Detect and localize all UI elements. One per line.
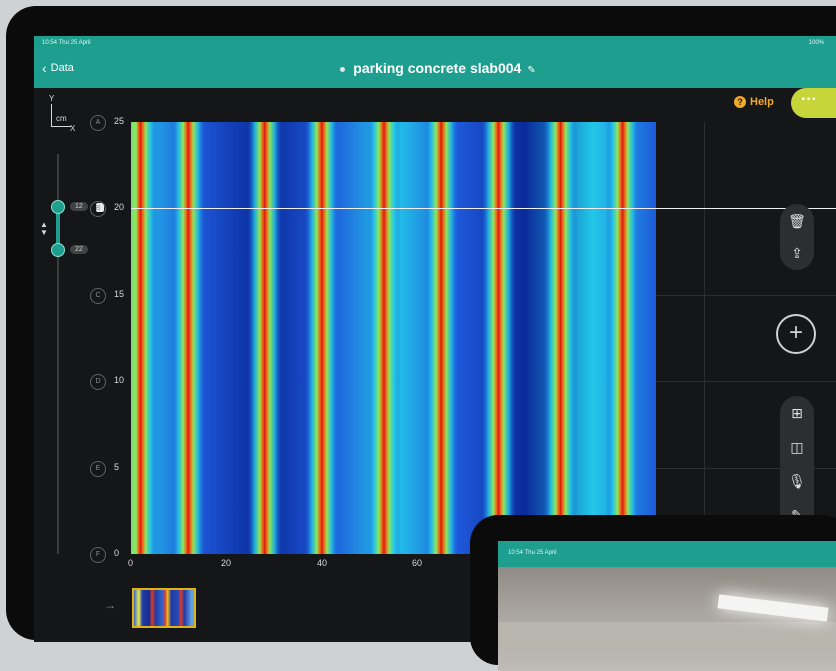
split-view-icon[interactable]: ◫ — [780, 432, 814, 462]
x-tick-label: 20 — [221, 558, 232, 568]
more-button[interactable]: ··· — [791, 88, 836, 118]
ceiling-light — [717, 594, 829, 622]
y-tick-label: 15 — [114, 289, 125, 299]
rebar-band-1 — [171, 122, 206, 554]
rebar-band-5 — [424, 122, 459, 554]
rebar-band-8 — [605, 122, 640, 554]
rebar-band-3 — [304, 122, 339, 554]
axis-x-label: X — [70, 124, 76, 133]
range-bottom-value: 22 — [70, 245, 88, 254]
range-slider-top-handle[interactable] — [51, 200, 65, 214]
nav-bar: ‹ Data parking concrete slab004 ✎ — [34, 50, 836, 88]
status-bar: 10:54 Thu 25 April 100% — [34, 36, 836, 50]
toolbar-group-top: 🗑 ⇪ — [780, 204, 814, 270]
title-text: parking concrete slab004 — [353, 60, 522, 76]
phone-screen: 10:54 Thu 25 April — [498, 541, 836, 671]
arrow-right-icon: → — [104, 598, 116, 612]
axis-y-line — [51, 104, 52, 126]
row-label-f[interactable]: F — [90, 547, 106, 563]
range-top-value: 12 — [70, 202, 88, 211]
rebar-band-7 — [543, 122, 578, 554]
phone-status-bar: 10:54 Thu 25 April — [498, 541, 836, 567]
status-dot-icon — [340, 66, 346, 72]
phone-frame: 10:54 Thu 25 April — [470, 515, 836, 671]
row-label-e[interactable]: E — [90, 461, 106, 477]
rebar-band-2 — [247, 122, 282, 554]
rebar-band-4 — [366, 122, 401, 554]
mic-icon[interactable]: 🎙 — [780, 466, 814, 496]
camera-view-image — [498, 567, 836, 671]
status-time: 10:54 Thu 25 April — [42, 40, 91, 46]
range-slider-bottom-handle[interactable] — [51, 243, 65, 257]
help-button[interactable]: ? Help — [734, 96, 774, 108]
heatmap-edge — [131, 122, 137, 554]
y-tick-label: 0 — [114, 548, 120, 558]
y-tick-label: 25 — [114, 116, 125, 126]
x-tick-label: 0 — [128, 558, 134, 568]
x-tick-label: 40 — [317, 558, 328, 568]
rebar-band-6 — [481, 122, 516, 554]
x-tick-label: 60 — [412, 558, 423, 568]
status-battery: 100% — [808, 40, 824, 46]
page-title[interactable]: parking concrete slab004 ✎ — [34, 60, 836, 76]
share-icon[interactable]: ⇪ — [780, 238, 814, 268]
y-tick-label: 10 — [114, 375, 125, 385]
phone-status-time: 10:54 Thu 25 April — [508, 550, 557, 556]
help-label: Help — [750, 96, 774, 108]
grid-icon[interactable]: ⊞ — [780, 398, 814, 428]
row-label-c[interactable]: C — [90, 288, 106, 304]
axis-x-line — [51, 126, 71, 127]
axis-y-label: Y — [49, 94, 55, 103]
edit-title-icon[interactable]: ✎ — [527, 65, 535, 76]
question-icon: ? — [734, 96, 746, 108]
up-down-arrows-icon: ▲ ▼ — [40, 220, 48, 237]
trash-icon[interactable]: 🗑 — [780, 206, 814, 236]
heatmap-chart[interactable] — [131, 122, 656, 554]
row-label-d[interactable]: D — [90, 374, 106, 390]
y-tick-label: 20 — [114, 202, 125, 212]
row-label-a[interactable]: A — [90, 115, 106, 131]
grid-line — [704, 122, 705, 554]
row-label-b[interactable]: B — [90, 201, 106, 217]
depth-cursor-line[interactable] — [131, 208, 836, 209]
depth-range-slider[interactable] — [56, 154, 60, 554]
scan-thumbnail[interactable] — [132, 588, 196, 628]
y-tick-label: 5 — [114, 462, 120, 472]
axis-unit-label: cm — [56, 114, 67, 123]
add-button[interactable]: + — [776, 314, 816, 354]
